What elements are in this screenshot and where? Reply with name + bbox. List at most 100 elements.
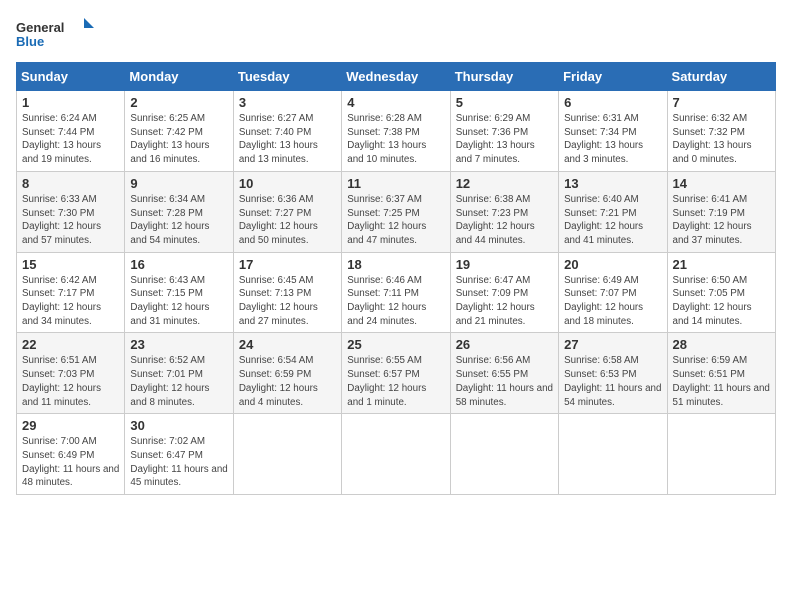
sunset: Sunset: 6:57 PM — [347, 369, 419, 380]
day-number: 13 — [564, 176, 661, 191]
day-number: 3 — [239, 95, 336, 110]
day-info: Sunrise: 6:27 AM Sunset: 7:40 PM Dayligh… — [239, 112, 336, 167]
day-info: Sunrise: 6:41 AM Sunset: 7:19 PM Dayligh… — [673, 193, 770, 248]
sunset: Sunset: 7:42 PM — [130, 127, 202, 138]
daylight: Daylight: 13 hours and 16 minutes. — [130, 140, 209, 165]
logo-icon: General Blue — [16, 16, 96, 50]
day-info: Sunrise: 6:34 AM Sunset: 7:28 PM Dayligh… — [130, 193, 227, 248]
sunrise: Sunrise: 6:41 AM — [673, 194, 748, 205]
daylight: Daylight: 12 hours and 34 minutes. — [22, 302, 101, 327]
sunset: Sunset: 6:59 PM — [239, 369, 311, 380]
day-number: 22 — [22, 337, 119, 352]
sunset: Sunset: 7:09 PM — [456, 288, 528, 299]
sunset: Sunset: 7:36 PM — [456, 127, 528, 138]
day-info: Sunrise: 6:43 AM Sunset: 7:15 PM Dayligh… — [130, 274, 227, 329]
daylight: Daylight: 13 hours and 10 minutes. — [347, 140, 426, 165]
calendar-cell: 15 Sunrise: 6:42 AM Sunset: 7:17 PM Dayl… — [17, 252, 125, 333]
sunrise: Sunrise: 6:27 AM — [239, 113, 314, 124]
calendar-cell: 24 Sunrise: 6:54 AM Sunset: 6:59 PM Dayl… — [233, 333, 341, 414]
calendar-cell: 18 Sunrise: 6:46 AM Sunset: 7:11 PM Dayl… — [342, 252, 450, 333]
sunset: Sunset: 6:55 PM — [456, 369, 528, 380]
day-number: 24 — [239, 337, 336, 352]
sunset: Sunset: 7:32 PM — [673, 127, 745, 138]
day-number: 4 — [347, 95, 444, 110]
sunrise: Sunrise: 6:42 AM — [22, 275, 97, 286]
day-info: Sunrise: 6:55 AM Sunset: 6:57 PM Dayligh… — [347, 354, 444, 409]
calendar-cell: 26 Sunrise: 6:56 AM Sunset: 6:55 PM Dayl… — [450, 333, 558, 414]
day-number: 28 — [673, 337, 770, 352]
calendar-cell: 6 Sunrise: 6:31 AM Sunset: 7:34 PM Dayli… — [559, 91, 667, 172]
sunrise: Sunrise: 6:45 AM — [239, 275, 314, 286]
day-number: 25 — [347, 337, 444, 352]
sunrise: Sunrise: 6:25 AM — [130, 113, 205, 124]
calendar-week-5: 29 Sunrise: 7:00 AM Sunset: 6:49 PM Dayl… — [17, 414, 776, 495]
day-number: 30 — [130, 418, 227, 433]
sunrise: Sunrise: 6:51 AM — [22, 355, 97, 366]
sunrise: Sunrise: 6:36 AM — [239, 194, 314, 205]
calendar-cell: 30 Sunrise: 7:02 AM Sunset: 6:47 PM Dayl… — [125, 414, 233, 495]
calendar-cell: 29 Sunrise: 7:00 AM Sunset: 6:49 PM Dayl… — [17, 414, 125, 495]
calendar-cell: 13 Sunrise: 6:40 AM Sunset: 7:21 PM Dayl… — [559, 171, 667, 252]
daylight: Daylight: 12 hours and 18 minutes. — [564, 302, 643, 327]
sunrise: Sunrise: 6:46 AM — [347, 275, 422, 286]
sunset: Sunset: 7:19 PM — [673, 208, 745, 219]
calendar-cell: 19 Sunrise: 6:47 AM Sunset: 7:09 PM Dayl… — [450, 252, 558, 333]
day-info: Sunrise: 6:42 AM Sunset: 7:17 PM Dayligh… — [22, 274, 119, 329]
day-info: Sunrise: 6:31 AM Sunset: 7:34 PM Dayligh… — [564, 112, 661, 167]
daylight: Daylight: 12 hours and 21 minutes. — [456, 302, 535, 327]
sunset: Sunset: 7:01 PM — [130, 369, 202, 380]
sunset: Sunset: 6:49 PM — [22, 450, 94, 461]
day-info: Sunrise: 6:24 AM Sunset: 7:44 PM Dayligh… — [22, 112, 119, 167]
calendar-cell: 5 Sunrise: 6:29 AM Sunset: 7:36 PM Dayli… — [450, 91, 558, 172]
daylight: Daylight: 12 hours and 44 minutes. — [456, 221, 535, 246]
sunrise: Sunrise: 7:02 AM — [130, 436, 205, 447]
daylight: Daylight: 12 hours and 4 minutes. — [239, 383, 318, 408]
sunset: Sunset: 7:44 PM — [22, 127, 94, 138]
daylight: Daylight: 13 hours and 3 minutes. — [564, 140, 643, 165]
calendar-cell: 23 Sunrise: 6:52 AM Sunset: 7:01 PM Dayl… — [125, 333, 233, 414]
day-header-friday: Friday — [559, 63, 667, 91]
sunrise: Sunrise: 6:37 AM — [347, 194, 422, 205]
daylight: Daylight: 12 hours and 54 minutes. — [130, 221, 209, 246]
day-header-monday: Monday — [125, 63, 233, 91]
sunset: Sunset: 7:13 PM — [239, 288, 311, 299]
day-info: Sunrise: 6:47 AM Sunset: 7:09 PM Dayligh… — [456, 274, 553, 329]
sunrise: Sunrise: 6:31 AM — [564, 113, 639, 124]
daylight: Daylight: 12 hours and 27 minutes. — [239, 302, 318, 327]
day-number: 10 — [239, 176, 336, 191]
sunrise: Sunrise: 6:32 AM — [673, 113, 748, 124]
calendar-cell — [450, 414, 558, 495]
calendar-cell: 11 Sunrise: 6:37 AM Sunset: 7:25 PM Dayl… — [342, 171, 450, 252]
sunset: Sunset: 6:51 PM — [673, 369, 745, 380]
day-info: Sunrise: 6:32 AM Sunset: 7:32 PM Dayligh… — [673, 112, 770, 167]
day-info: Sunrise: 6:36 AM Sunset: 7:27 PM Dayligh… — [239, 193, 336, 248]
calendar-cell: 21 Sunrise: 6:50 AM Sunset: 7:05 PM Dayl… — [667, 252, 775, 333]
day-number: 19 — [456, 257, 553, 272]
sunrise: Sunrise: 6:58 AM — [564, 355, 639, 366]
day-number: 15 — [22, 257, 119, 272]
daylight: Daylight: 12 hours and 1 minute. — [347, 383, 426, 408]
sunset: Sunset: 7:17 PM — [22, 288, 94, 299]
sunrise: Sunrise: 6:38 AM — [456, 194, 531, 205]
day-number: 14 — [673, 176, 770, 191]
day-header-thursday: Thursday — [450, 63, 558, 91]
day-number: 17 — [239, 257, 336, 272]
sunset: Sunset: 6:53 PM — [564, 369, 636, 380]
calendar-cell: 10 Sunrise: 6:36 AM Sunset: 7:27 PM Dayl… — [233, 171, 341, 252]
calendar-cell: 2 Sunrise: 6:25 AM Sunset: 7:42 PM Dayli… — [125, 91, 233, 172]
day-info: Sunrise: 6:52 AM Sunset: 7:01 PM Dayligh… — [130, 354, 227, 409]
daylight: Daylight: 12 hours and 41 minutes. — [564, 221, 643, 246]
day-info: Sunrise: 6:56 AM Sunset: 6:55 PM Dayligh… — [456, 354, 553, 409]
day-number: 18 — [347, 257, 444, 272]
sunset: Sunset: 6:47 PM — [130, 450, 202, 461]
calendar-cell — [342, 414, 450, 495]
calendar-cell: 12 Sunrise: 6:38 AM Sunset: 7:23 PM Dayl… — [450, 171, 558, 252]
day-number: 12 — [456, 176, 553, 191]
day-info: Sunrise: 6:45 AM Sunset: 7:13 PM Dayligh… — [239, 274, 336, 329]
sunrise: Sunrise: 6:24 AM — [22, 113, 97, 124]
calendar-cell: 1 Sunrise: 6:24 AM Sunset: 7:44 PM Dayli… — [17, 91, 125, 172]
daylight: Daylight: 12 hours and 24 minutes. — [347, 302, 426, 327]
sunrise: Sunrise: 6:40 AM — [564, 194, 639, 205]
day-number: 20 — [564, 257, 661, 272]
day-info: Sunrise: 7:00 AM Sunset: 6:49 PM Dayligh… — [22, 435, 119, 490]
